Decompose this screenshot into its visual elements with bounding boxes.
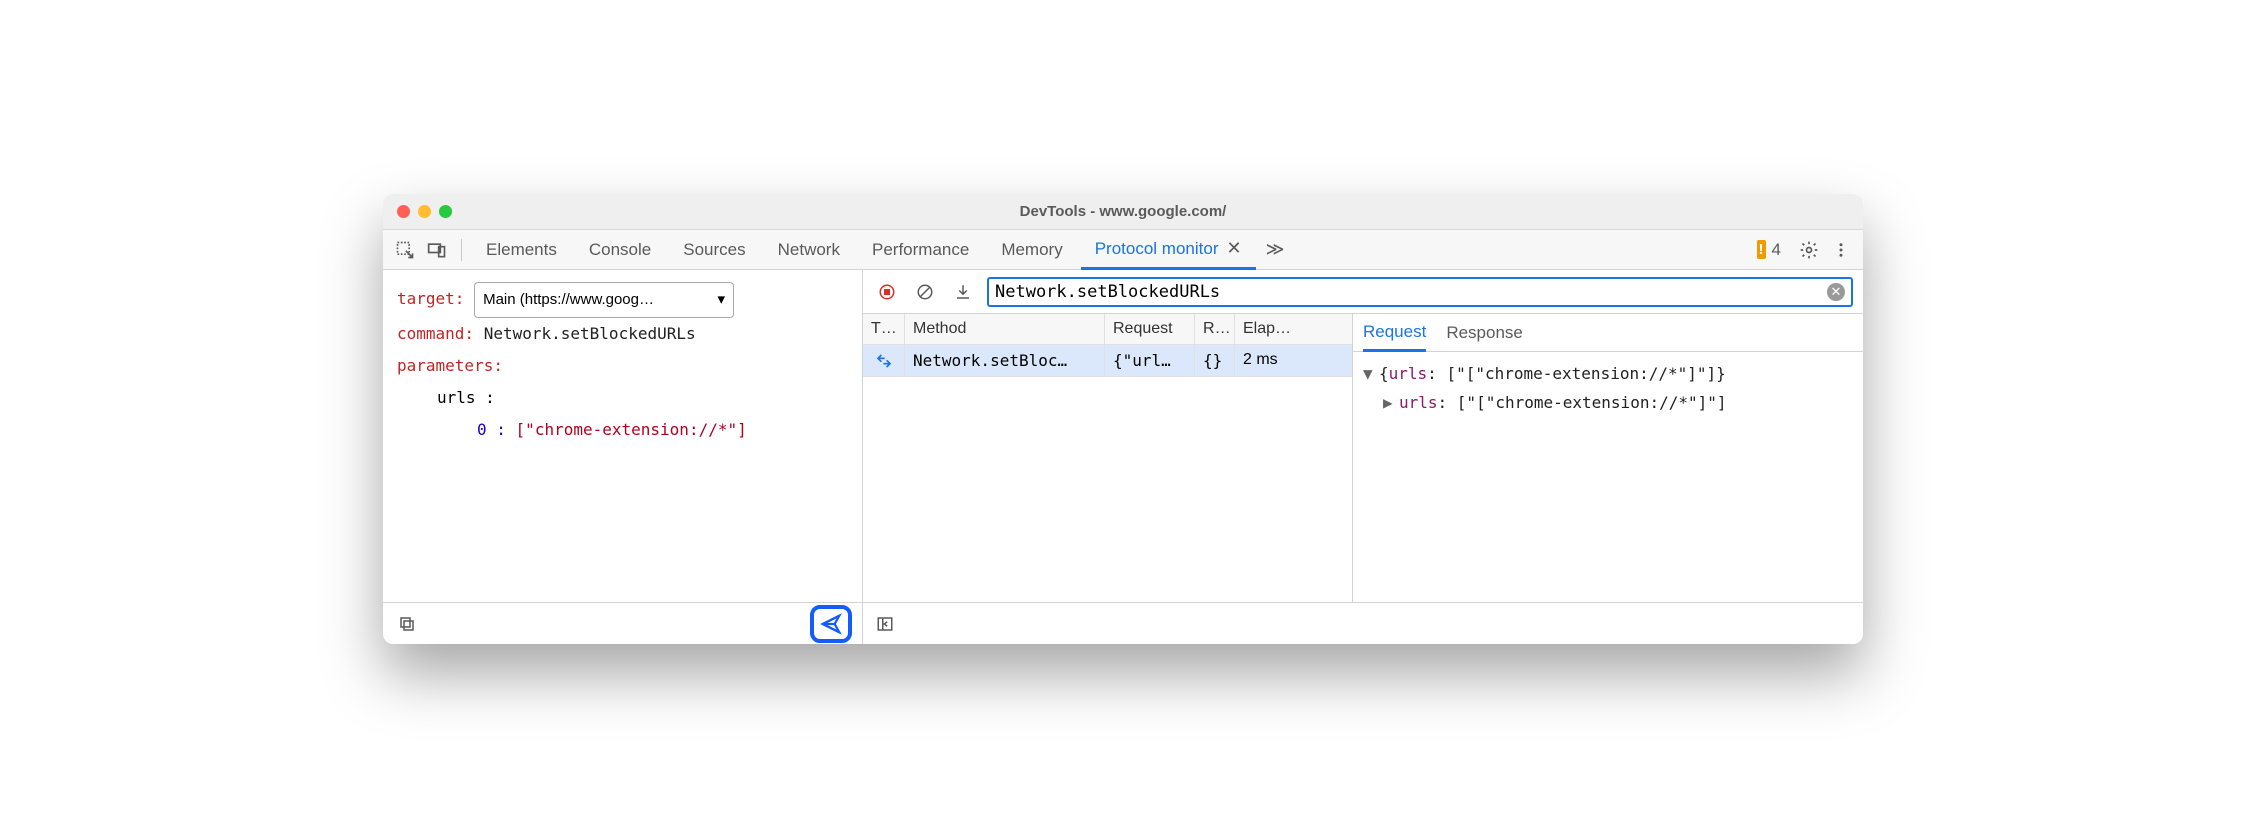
command-label: command: <box>397 324 474 343</box>
clear-icon[interactable] <box>911 278 939 306</box>
settings-icon[interactable] <box>1795 236 1823 264</box>
warning-icon: ! <box>1757 240 1766 259</box>
col-type[interactable]: T… <box>863 314 905 344</box>
monitor-footer <box>863 602 1863 644</box>
monitor-toolbar: ✕ <box>863 270 1863 314</box>
more-tabs-icon[interactable]: ≫ <box>1260 239 1291 260</box>
filter-input[interactable] <box>995 282 1827 302</box>
titlebar: DevTools - www.google.com/ <box>383 194 1863 230</box>
row-type-icon <box>863 345 905 376</box>
target-label: target: <box>397 289 464 308</box>
tab-performance[interactable]: Performance <box>858 230 983 270</box>
tab-memory[interactable]: Memory <box>987 230 1076 270</box>
target-select[interactable]: Main (https://www.goog… ▾ <box>474 282 734 318</box>
tab-network[interactable]: Network <box>764 230 854 270</box>
tab-protocol-monitor[interactable]: Protocol monitor ✕ <box>1081 230 1256 270</box>
device-toolbar-icon[interactable] <box>423 236 451 264</box>
tree-row-root[interactable]: ▼ { urls : ["["chrome-extension://*"]"] … <box>1363 360 1853 389</box>
detail-tab-request[interactable]: Request <box>1363 314 1426 352</box>
tab-console[interactable]: Console <box>575 230 665 270</box>
message-grid: T… Method Request R… Elap… Network.setBl… <box>863 314 1353 602</box>
command-row: command: Network.setBlockedURLs <box>397 318 848 350</box>
detail-tab-response[interactable]: Response <box>1446 314 1523 352</box>
col-method[interactable]: Method <box>905 314 1105 344</box>
col-elapsed[interactable]: Elap… <box>1235 314 1315 344</box>
monitor-body: T… Method Request R… Elap… Network.setBl… <box>863 314 1863 602</box>
param-urls-item: 0 : ["chrome-extension://*"] <box>397 414 848 446</box>
filter-input-wrapper: ✕ <box>987 277 1853 307</box>
chevron-down-icon: ▾ <box>718 285 726 315</box>
tree-row-urls[interactable]: ▶ urls : ["["chrome-extension://*"]"] <box>1363 389 1853 418</box>
detail-panel: Request Response ▼ { urls : ["["chrome-e… <box>1353 314 1863 602</box>
kebab-menu-icon[interactable] <box>1827 236 1855 264</box>
detail-body: ▼ { urls : ["["chrome-extension://*"]"] … <box>1353 352 1863 426</box>
param-value[interactable]: ["chrome-extension://*"] <box>516 420 747 439</box>
editor-footer <box>383 602 862 644</box>
copy-icon[interactable] <box>393 610 421 638</box>
warnings-button[interactable]: ! 4 <box>1757 240 1781 260</box>
row-request: {"url… <box>1105 345 1195 376</box>
send-command-button[interactable] <box>810 605 852 643</box>
target-row: target: Main (https://www.goog… ▾ <box>397 282 848 318</box>
command-editor-panel: target: Main (https://www.goog… ▾ comman… <box>383 270 863 644</box>
tab-sources[interactable]: Sources <box>669 230 759 270</box>
record-icon[interactable] <box>873 278 901 306</box>
col-request[interactable]: Request <box>1105 314 1195 344</box>
window-title: DevTools - www.google.com/ <box>383 203 1863 220</box>
row-elapsed: 2 ms <box>1235 345 1315 376</box>
panel-body: target: Main (https://www.goog… ▾ comman… <box>383 270 1863 644</box>
row-method: Network.setBloc… <box>905 345 1105 376</box>
param-urls: urls : <box>397 382 848 414</box>
download-icon[interactable] <box>949 278 977 306</box>
col-response[interactable]: R… <box>1195 314 1235 344</box>
devtools-window: DevTools - www.google.com/ Elements Cons… <box>383 194 1863 644</box>
param-index: 0 : <box>477 420 506 439</box>
divider <box>461 239 462 261</box>
inspect-icon[interactable] <box>391 236 419 264</box>
row-response: {} <box>1195 345 1235 376</box>
monitor-panel: ✕ T… Method Request R… Elap… <box>863 270 1863 644</box>
main-tabbar: Elements Console Sources Network Perform… <box>383 230 1863 270</box>
grid-header: T… Method Request R… Elap… <box>863 314 1352 345</box>
command-editor-content: target: Main (https://www.goog… ▾ comman… <box>383 270 862 602</box>
clear-filter-icon[interactable]: ✕ <box>1827 283 1845 301</box>
tab-elements[interactable]: Elements <box>472 230 571 270</box>
tree-urls-value: ["["chrome-extension://*"]"] <box>1457 389 1727 418</box>
detail-tabs: Request Response <box>1353 314 1863 352</box>
toggle-sidebar-icon[interactable] <box>871 610 899 638</box>
caret-down-icon: ▼ <box>1363 360 1379 389</box>
target-select-value: Main (https://www.goog… <box>483 285 654 315</box>
grid-row[interactable]: Network.setBloc… {"url… {} 2 ms <box>863 345 1352 377</box>
warning-count: 4 <box>1772 240 1781 260</box>
command-value[interactable]: Network.setBlockedURLs <box>484 324 696 343</box>
tree-root-value: ["["chrome-extension://*"]"] <box>1446 360 1716 389</box>
parameters-label: parameters: <box>397 356 503 375</box>
close-tab-icon[interactable]: ✕ <box>1227 238 1242 259</box>
caret-right-icon: ▶ <box>1383 389 1399 418</box>
parameters-row: parameters: <box>397 350 848 382</box>
param-urls-key: urls : <box>437 388 495 407</box>
